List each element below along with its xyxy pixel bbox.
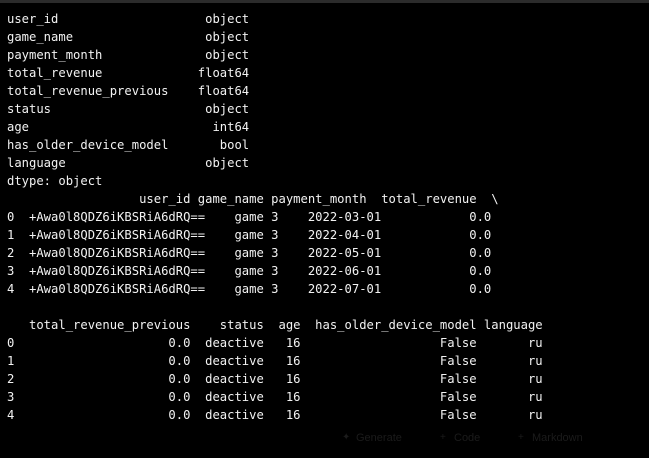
cell-output: user_id object game_name object payment_mo… bbox=[7, 10, 543, 424]
output-line: 3 +Awa0l8QDZ6iKBSRiA6dRQ== game 3 2022-0… bbox=[7, 264, 492, 278]
output-line: total_revenue float64 bbox=[7, 66, 250, 80]
add-cell-toolbar: ✦ Generate + Code + Markdown bbox=[340, 430, 649, 450]
code-label: Code bbox=[454, 432, 481, 444]
plus-icon: + bbox=[518, 432, 524, 443]
cell-top-border bbox=[0, 0, 649, 3]
add-code-cell-button[interactable]: + Code bbox=[440, 432, 480, 444]
add-markdown-cell-button[interactable]: + Markdown bbox=[518, 432, 583, 444]
output-line: total_revenue_previous status age has_ol… bbox=[7, 318, 543, 332]
output-line: 3 0.0 deactive 16 False ru bbox=[7, 390, 543, 404]
notebook-output-cell: user_id object game_name object payment_mo… bbox=[0, 0, 649, 458]
output-line: user_id game_name payment_month total_re… bbox=[7, 192, 499, 206]
output-line: 1 0.0 deactive 16 False ru bbox=[7, 354, 543, 368]
generate-button[interactable]: ✦ Generate bbox=[342, 432, 402, 444]
output-line: total_revenue_previous float64 bbox=[7, 84, 250, 98]
output-line: 2 0.0 deactive 16 False ru bbox=[7, 372, 543, 386]
markdown-label: Markdown bbox=[532, 432, 583, 444]
plus-icon: + bbox=[440, 432, 446, 443]
output-line: has_older_device_model bool bbox=[7, 138, 250, 152]
output-line: 4 +Awa0l8QDZ6iKBSRiA6dRQ== game 3 2022-0… bbox=[7, 282, 492, 296]
output-line: language object bbox=[7, 156, 250, 170]
output-line: game_name object bbox=[7, 30, 250, 44]
output-line: dtype: object bbox=[7, 174, 103, 188]
output-line: user_id object bbox=[7, 12, 250, 26]
output-line: 4 0.0 deactive 16 False ru bbox=[7, 408, 543, 422]
output-line: 1 +Awa0l8QDZ6iKBSRiA6dRQ== game 3 2022-0… bbox=[7, 228, 492, 242]
output-line: 0 +Awa0l8QDZ6iKBSRiA6dRQ== game 3 2022-0… bbox=[7, 210, 492, 224]
output-line: status object bbox=[7, 102, 250, 116]
output-line: 0 0.0 deactive 16 False ru bbox=[7, 336, 543, 350]
output-line: payment_month object bbox=[7, 48, 250, 62]
generate-label: Generate bbox=[356, 432, 402, 444]
output-line: 2 +Awa0l8QDZ6iKBSRiA6dRQ== game 3 2022-0… bbox=[7, 246, 492, 260]
output-line: age int64 bbox=[7, 120, 250, 134]
sparkle-icon: ✦ bbox=[342, 432, 351, 443]
